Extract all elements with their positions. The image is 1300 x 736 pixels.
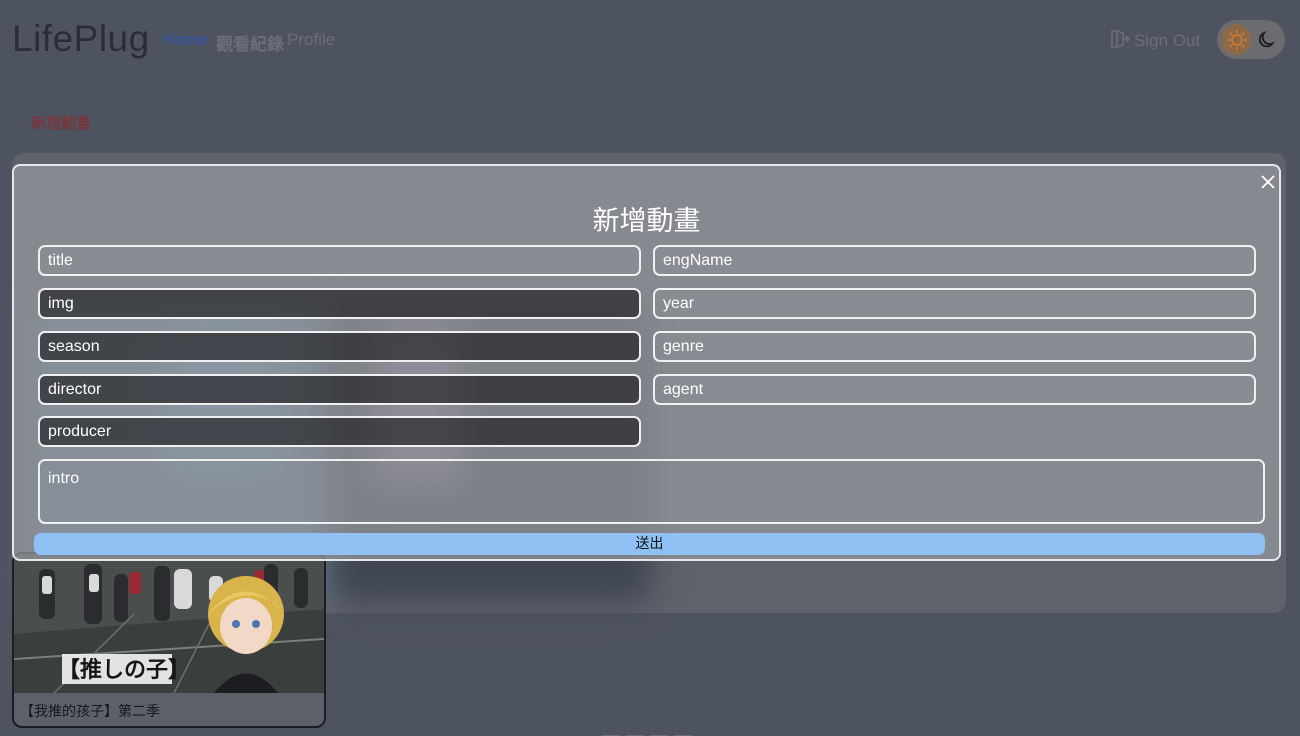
section-heading-partial: [602, 726, 692, 736]
director-input[interactable]: director: [38, 374, 641, 405]
brand-logo[interactable]: LifePlug: [12, 18, 150, 60]
anime-card-title: 【我推的孩子】第二季: [20, 704, 160, 720]
sign-out-label: Sign Out: [1134, 31, 1201, 50]
close-icon[interactable]: [1258, 172, 1278, 192]
producer-input[interactable]: producer: [38, 416, 641, 447]
nav-home-link[interactable]: Home: [163, 30, 208, 50]
sun-icon[interactable]: [1221, 24, 1252, 55]
sign-out-icon: [1108, 28, 1131, 55]
season-input[interactable]: season: [38, 331, 641, 362]
add-anime-link[interactable]: 新增動畫: [31, 112, 91, 133]
add-anime-modal: 新增動畫 title engName img year season genre…: [12, 164, 1281, 561]
img-input[interactable]: img: [38, 288, 641, 319]
anime-card-logo: 【推しの子】: [58, 657, 191, 683]
anime-card-image: 【推しの子】: [14, 554, 324, 693]
agent-input[interactable]: agent: [653, 374, 1256, 405]
anime-card[interactable]: 【推しの子】 【我推的孩子】第二季: [12, 552, 326, 728]
modal-title: 新增動畫: [592, 206, 701, 237]
nav-profile-link[interactable]: Profile: [287, 30, 335, 50]
genre-input[interactable]: genre: [653, 331, 1256, 362]
theme-toggle[interactable]: [1217, 20, 1285, 59]
navbar: LifePlug Home 觀看紀錄 Profile Sign Out: [0, 0, 1300, 80]
intro-textarea[interactable]: intro: [38, 459, 1265, 524]
year-input[interactable]: year: [653, 288, 1256, 319]
moon-icon[interactable]: [1255, 28, 1279, 52]
nav-history-link[interactable]: 觀看紀錄: [216, 30, 284, 55]
submit-button[interactable]: 送出: [34, 533, 1265, 555]
engname-input[interactable]: engName: [653, 245, 1256, 276]
sign-out-button[interactable]: Sign Out: [1108, 29, 1200, 53]
title-input[interactable]: title: [38, 245, 641, 276]
